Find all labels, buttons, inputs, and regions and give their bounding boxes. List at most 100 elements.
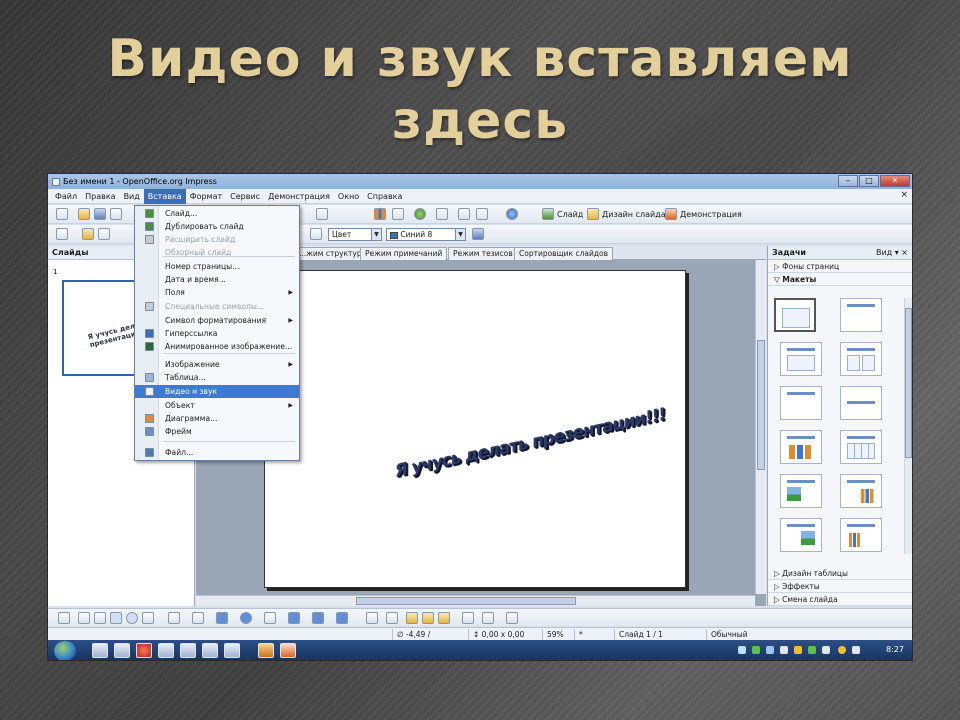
app-icon[interactable] [158, 643, 174, 658]
glue-icon[interactable] [386, 612, 398, 624]
insert-menu-item[interactable]: Дублировать слайд [135, 220, 299, 233]
task-pane-scrollbar[interactable] [904, 298, 912, 554]
menu-window[interactable]: Окно [334, 189, 363, 204]
new-doc-icon[interactable] [56, 208, 68, 220]
tray-icon[interactable] [852, 646, 860, 654]
section-layouts[interactable]: ▽ Макеты [768, 273, 912, 286]
section-table-design[interactable]: ▷ Дизайн таблицы [768, 567, 912, 580]
insert-menu-item[interactable]: Номер страницы... [135, 260, 299, 273]
line-style-icon[interactable] [98, 228, 110, 240]
fontwork-icon[interactable] [406, 612, 418, 624]
connector-icon[interactable] [192, 612, 204, 624]
layout-two-content[interactable] [840, 342, 882, 376]
from-file-icon[interactable] [422, 612, 434, 624]
line-icon[interactable] [78, 612, 90, 624]
slide-design-button-label[interactable]: Дизайн слайда [602, 210, 666, 219]
slideshow-button-label[interactable]: Демонстрация [680, 210, 742, 219]
download-icon[interactable] [752, 646, 760, 654]
menu-edit[interactable]: Правка [81, 189, 119, 204]
layout-text-image[interactable] [780, 518, 822, 552]
task-pane-view-menu[interactable]: Вид ▾ × [876, 246, 908, 260]
close-button[interactable]: ✕ [880, 175, 910, 187]
insert-chart-icon[interactable] [374, 208, 386, 220]
rectangle-icon[interactable] [110, 612, 122, 624]
app-icon[interactable] [224, 643, 240, 658]
fill-icon[interactable] [310, 228, 322, 240]
menu-file[interactable]: Файл [51, 189, 81, 204]
arrange-icon[interactable] [506, 612, 518, 624]
stars-icon[interactable] [336, 612, 348, 624]
section-transition[interactable]: ▷ Смена слайда [768, 593, 912, 606]
insert-menu-item[interactable]: Таблица... [135, 371, 299, 384]
explorer-icon[interactable] [92, 643, 108, 658]
text-icon[interactable] [142, 612, 154, 624]
insert-menu-item[interactable]: Диаграмма... [135, 412, 299, 425]
tab-handout[interactable]: Режим тезисов [448, 247, 518, 260]
points-icon[interactable] [366, 612, 378, 624]
insert-menu-item[interactable]: Файл... [135, 446, 299, 459]
layout-text-chart[interactable] [840, 474, 882, 508]
open-icon[interactable] [78, 208, 90, 220]
insert-table-icon[interactable] [392, 208, 404, 220]
settings-icon[interactable] [794, 646, 802, 654]
slide-button-label[interactable]: Слайд [557, 210, 583, 219]
layout-title-only[interactable] [840, 298, 882, 332]
select-icon[interactable] [58, 612, 70, 624]
navigator-icon[interactable] [414, 208, 426, 220]
app-icon[interactable] [180, 643, 196, 658]
scroll-thumb[interactable] [356, 597, 576, 605]
insert-menu-item[interactable]: Видео и звук [135, 385, 299, 398]
impress-icon[interactable] [280, 643, 296, 658]
insert-menu-item[interactable]: Символ форматирования ▶ [135, 314, 299, 327]
curve-icon[interactable] [168, 612, 180, 624]
insert-menu-item[interactable]: Анимированное изображение... [135, 340, 299, 353]
email-icon[interactable] [110, 208, 122, 220]
layout-table[interactable] [840, 430, 882, 464]
block-arrows-icon[interactable] [264, 612, 276, 624]
insert-menu-item[interactable]: Гиперссылка [135, 327, 299, 340]
callouts-icon[interactable] [312, 612, 324, 624]
insert-menu-item[interactable]: Слайд... [135, 207, 299, 220]
menu-slideshow[interactable]: Демонстрация [264, 189, 334, 204]
status-zoom[interactable]: 59% [542, 629, 572, 640]
app-icon[interactable] [202, 643, 218, 658]
layout-title-text[interactable] [780, 386, 822, 420]
color-mode-select[interactable]: Цвет ▼ [328, 228, 382, 241]
wordart-text[interactable]: Я учусь делать презентации!!! [395, 404, 665, 482]
gallery-icon[interactable] [436, 208, 448, 220]
media-player-icon[interactable] [114, 643, 130, 658]
insert-menu-item[interactable]: Фрейм [135, 425, 299, 438]
align-icon[interactable] [482, 612, 494, 624]
slide-icon[interactable] [542, 208, 554, 220]
basic-shapes-icon[interactable] [216, 612, 228, 624]
section-effects[interactable]: ▷ Эффекты [768, 580, 912, 593]
slide-thumbnail[interactable]: Я учусь делать презентации!!! [62, 280, 151, 376]
volume-icon[interactable] [822, 646, 830, 654]
monitor-icon[interactable] [780, 646, 788, 654]
line-color-select[interactable]: Синий 8 ▼ [386, 228, 466, 241]
gallery-icon[interactable] [438, 612, 450, 624]
start-button[interactable] [54, 641, 76, 660]
document-close-icon[interactable]: × [900, 190, 908, 200]
symbol-shapes-icon[interactable] [240, 612, 252, 624]
styles-icon[interactable] [56, 228, 68, 240]
help-icon[interactable] [506, 208, 518, 220]
scroll-thumb[interactable] [905, 308, 912, 458]
layout-chart[interactable] [780, 430, 822, 464]
layout-chart-text[interactable] [840, 518, 882, 552]
section-backgrounds[interactable]: ▷ Фоны страниц [768, 260, 912, 273]
insert-menu-item[interactable]: Изображение ▶ [135, 358, 299, 371]
insert-menu-item[interactable]: Объект ▶ [135, 399, 299, 412]
flowchart-icon[interactable] [288, 612, 300, 624]
taskbar-clock[interactable]: 8:27 [886, 645, 904, 654]
menu-insert[interactable]: Вставка [143, 188, 186, 204]
menu-tools[interactable]: Сервис [226, 189, 264, 204]
extrusion-icon[interactable] [462, 612, 474, 624]
scroll-thumb[interactable] [757, 340, 765, 470]
redo-icon[interactable] [316, 208, 328, 220]
shadow-icon[interactable] [472, 228, 484, 240]
menu-help[interactable]: Справка [363, 189, 406, 204]
status-icon[interactable] [838, 646, 846, 654]
ellipse-icon[interactable] [126, 612, 138, 624]
zoom-icon[interactable] [476, 208, 488, 220]
